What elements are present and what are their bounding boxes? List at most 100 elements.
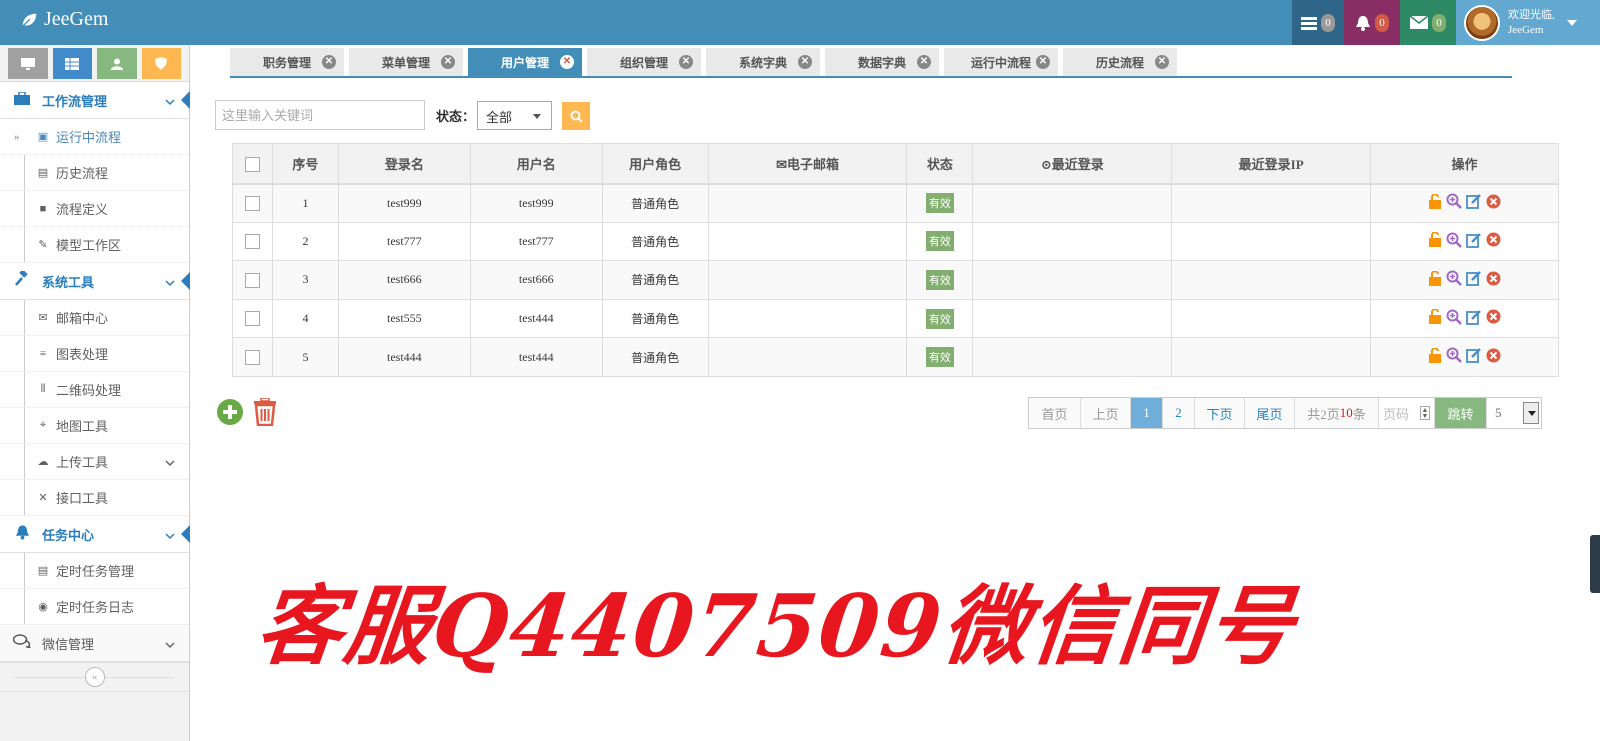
first-page-button[interactable]: 首页 [1029,398,1081,428]
search-button[interactable] [562,102,590,130]
page-2-button[interactable]: 2 [1163,398,1195,428]
delete-users-button[interactable] [252,397,278,427]
cell-name: test999 [469,183,603,223]
page-size-value: 5 [1495,405,1502,420]
sidebar-item-chart-processing[interactable]: ≡ 图表处理 [0,336,189,372]
edge-scroll-widget[interactable] [1590,535,1600,593]
unlock-icon[interactable] [1428,232,1442,248]
tab-data-dictionary[interactable]: 数据字典 ✕ [825,48,939,76]
tab-system-dictionary[interactable]: 系统字典 ✕ [706,48,820,76]
shortcut-grid-button[interactable] [52,48,92,79]
tab-organization-management[interactable]: 组织管理 ✕ [587,48,701,76]
notifications-button[interactable]: 0 [1344,0,1400,45]
total-pages-text: 共2页 [1307,406,1340,422]
tab-history-process[interactable]: 历史流程 ✕ [1063,48,1177,76]
add-user-button[interactable] [216,398,244,426]
next-page-button[interactable]: 下页 [1195,398,1245,428]
messages-button[interactable]: 0 [1400,0,1456,45]
prev-page-button[interactable]: 上页 [1081,398,1131,428]
page-size-select[interactable]: 5 [1487,398,1541,428]
tasks-button[interactable]: 0 [1292,0,1344,45]
sidebar-item-upload-tools[interactable]: ☁ 上传工具 [0,444,189,480]
close-icon[interactable]: ✕ [1155,55,1169,69]
zoom-in-icon[interactable] [1446,309,1462,325]
status-filter-select[interactable]: 全部 [477,101,552,130]
caret-down-icon [1566,19,1577,26]
sidebar-item-running-process[interactable]: » ▣ 运行中流程 [0,119,189,155]
envelope-outline-icon: ✉ [776,156,787,172]
sidebar-item-process-definition[interactable]: ■ 流程定义 [0,191,189,227]
sidebar-item-api-tools[interactable]: ✕ 接口工具 [0,480,189,516]
unlock-icon[interactable] [1428,270,1442,286]
sidebar-item-mail-center[interactable]: ✉ 邮箱中心 [0,300,189,336]
shortcut-shield-button[interactable] [141,48,181,79]
sidebar-item-qrcode[interactable]: ⦀ 二维码处理 [0,372,189,408]
remove-circle-icon[interactable] [1486,194,1501,209]
unlock-icon[interactable] [1428,347,1442,363]
zoom-in-icon[interactable] [1446,270,1462,287]
zoom-in-icon[interactable] [1446,193,1462,210]
row-checkbox[interactable] [244,195,260,211]
sidebar-item-task-logs[interactable]: ◉ 定时任务日志 [0,589,189,625]
spinner-arrows-icon[interactable]: ▲ ▼ [1420,406,1430,420]
remove-circle-icon[interactable] [1486,348,1501,363]
sidebar-item-scheduled-tasks[interactable]: ▤ 定时任务管理 [0,553,189,589]
close-icon[interactable]: ✕ [679,55,693,69]
menu-group-system-tools[interactable]: 系统工具 [0,263,190,300]
cloud-upload-icon: ☁ [37,456,49,468]
close-icon[interactable]: ✕ [798,55,812,69]
sidebar-item-history-process[interactable]: ▤ 历史流程 [0,155,189,191]
edit-icon[interactable] [1466,347,1482,364]
sidebar-item-map-tools[interactable]: ⌖ 地图工具 [0,408,189,444]
shortcut-user-button[interactable] [97,48,137,79]
cell-last-login [972,221,1173,262]
row-checkbox[interactable] [244,350,260,366]
unlock-icon[interactable] [1428,309,1442,325]
keyword-search-input[interactable]: 这里输入关键词 [215,100,425,130]
close-icon[interactable]: ✕ [441,55,455,69]
zoom-in-icon[interactable] [1446,347,1462,364]
tab-position-management[interactable]: 职务管理 ✕ [230,48,344,76]
row-checkbox[interactable] [244,272,260,288]
tab-user-management[interactable]: 用户管理 ✕ [468,48,582,76]
table-row: 4 test555 test444 普通角色 有效 [232,298,1559,339]
close-icon[interactable]: ✕ [917,55,931,69]
sidebar-item-model-workspace[interactable]: ✎ 模型工作区 [0,227,189,263]
last-page-button[interactable]: 尾页 [1245,398,1295,428]
tab-menu-management[interactable]: 菜单管理 ✕ [349,48,463,76]
close-icon[interactable]: ✕ [322,55,336,69]
cell-actions [1370,337,1559,377]
tasks-count-badge: 0 [1321,13,1335,32]
close-icon[interactable]: ✕ [560,55,574,69]
edit-icon[interactable] [1466,270,1482,287]
page-input-placeholder: 页码 [1383,406,1410,422]
brand[interactable]: JeeGem [20,8,108,31]
cell-email [707,260,908,300]
menu-group-wechat[interactable]: 微信管理 [0,625,189,662]
remove-circle-icon[interactable] [1486,271,1501,286]
edit-icon[interactable] [1466,193,1482,210]
zoom-in-icon[interactable] [1446,232,1462,248]
collapse-sidebar-button[interactable]: « [84,667,105,687]
row-checkbox[interactable] [244,234,260,250]
unlock-icon[interactable] [1428,193,1442,209]
menu-group-task-center[interactable]: 任务中心 [0,516,190,553]
select-all-checkbox[interactable] [244,156,260,172]
go-to-page-button[interactable]: 跳转 [1435,398,1487,428]
menu-group-workflow[interactable]: 工作流管理 [0,82,190,119]
tab-label: 历史流程 [1095,55,1144,70]
cell-name: test666 [469,260,603,300]
shortcut-desktop-button[interactable] [8,48,48,79]
close-icon[interactable]: ✕ [1036,55,1050,69]
remove-circle-icon[interactable] [1486,309,1501,324]
page-number-input[interactable]: 页码 ▲ ▼ [1379,398,1435,428]
edit-icon[interactable] [1466,232,1482,248]
column-header: 登录名 [337,143,471,185]
edit-icon[interactable] [1466,309,1482,325]
remove-circle-icon[interactable] [1486,232,1501,247]
user-menu[interactable]: 欢迎光临, JeeGem [1456,0,1600,45]
tab-running-process[interactable]: 运行中流程 ✕ [944,48,1058,76]
page-1-button[interactable]: 1 [1131,398,1163,428]
cell-email [707,221,908,262]
row-checkbox[interactable] [244,311,260,327]
